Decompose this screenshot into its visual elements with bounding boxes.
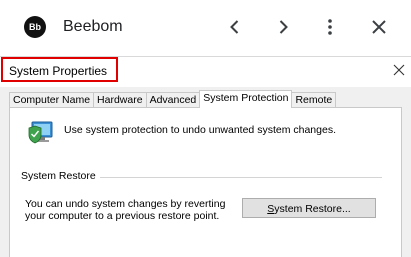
back-icon[interactable]	[225, 17, 245, 37]
tab-strip: Computer Name Hardware Advanced System P…	[9, 90, 337, 108]
restore-description-line-1: You can undo system changes by reverting	[25, 198, 226, 210]
system-protection-icon	[25, 118, 55, 146]
dialog-close-icon[interactable]	[393, 63, 405, 76]
avatar[interactable]: Bb	[24, 16, 46, 38]
restore-description-line-2: your computer to a previous restore poin…	[25, 210, 220, 222]
system-restore-button-label: ystem Restore...	[274, 203, 351, 215]
app-title: Beebom	[63, 18, 123, 35]
system-restore-group-label: System Restore	[21, 170, 100, 183]
tab-hardware[interactable]: Hardware	[93, 92, 147, 108]
tab-system-protection[interactable]: System Protection	[199, 90, 293, 108]
close-icon[interactable]	[369, 17, 389, 37]
intro-text: Use system protection to undo unwanted s…	[64, 124, 336, 136]
tab-computer-name[interactable]: Computer Name	[9, 92, 95, 108]
forward-icon[interactable]	[273, 17, 293, 37]
system-restore-button[interactable]: System Restore...	[242, 198, 376, 218]
tab-area: Computer Name Hardware Advanced System P…	[0, 87, 411, 257]
group-divider	[100, 177, 382, 178]
more-vert-icon[interactable]	[320, 17, 340, 37]
dialog-title: System Properties	[9, 64, 108, 78]
system-protection-panel: Use system protection to undo unwanted s…	[9, 107, 402, 257]
system-properties-dialog: System Properties Computer Name Hardware…	[0, 56, 411, 257]
tab-advanced[interactable]: Advanced	[145, 92, 201, 108]
system-restore-description: You can undo system changes by reverting…	[25, 198, 240, 222]
app-bar: Bb Beebom	[0, 0, 411, 54]
tab-remote[interactable]: Remote	[291, 92, 337, 108]
dialog-title-highlight: System Properties	[1, 57, 118, 82]
